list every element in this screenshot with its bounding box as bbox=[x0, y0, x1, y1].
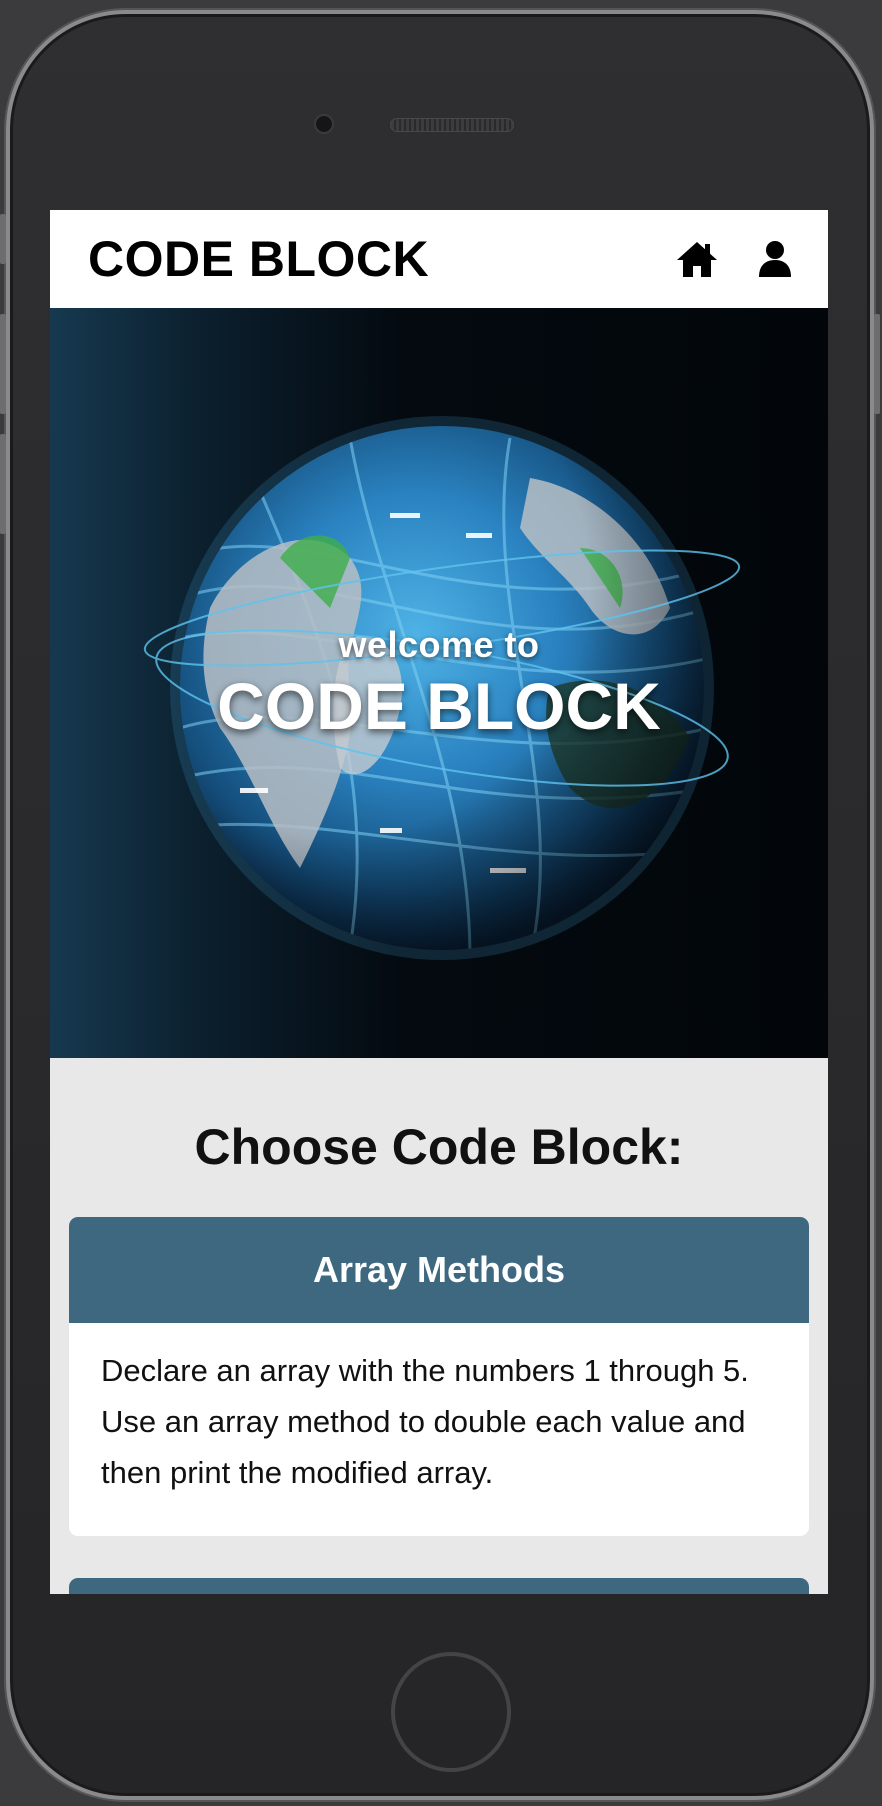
header-icons bbox=[676, 238, 796, 280]
app-header: CODE BLOCK bbox=[50, 210, 828, 308]
volume-down-button bbox=[0, 434, 6, 534]
card-title[interactable]: Array Methods bbox=[69, 1217, 809, 1323]
hero-title: CODE BLOCK bbox=[217, 669, 661, 743]
volume-up-button bbox=[0, 314, 6, 414]
section-title: Choose Code Block: bbox=[194, 1119, 684, 1175]
code-block-card[interactable]: Array Methods Declare an array with the … bbox=[69, 1217, 809, 1536]
user-icon[interactable] bbox=[754, 238, 796, 280]
front-camera bbox=[314, 114, 334, 134]
hero-text: welcome to CODE BLOCK bbox=[50, 624, 828, 744]
home-icon[interactable] bbox=[676, 238, 718, 280]
code-block-card-next[interactable] bbox=[69, 1578, 809, 1594]
home-button[interactable] bbox=[391, 1652, 511, 1772]
hero-banner: welcome to CODE BLOCK bbox=[50, 308, 828, 1058]
hero-welcome: welcome to bbox=[338, 624, 540, 665]
power-button bbox=[874, 314, 880, 414]
brand-logo[interactable]: CODE BLOCK bbox=[88, 230, 429, 288]
mute-switch bbox=[0, 214, 6, 264]
app-screen: CODE BLOCK welcome to CODE BLOCK Choose … bbox=[50, 210, 828, 1594]
card-title-next[interactable] bbox=[69, 1578, 809, 1594]
earpiece-speaker bbox=[390, 118, 514, 132]
card-description: Declare an array with the numbers 1 thro… bbox=[101, 1353, 749, 1490]
